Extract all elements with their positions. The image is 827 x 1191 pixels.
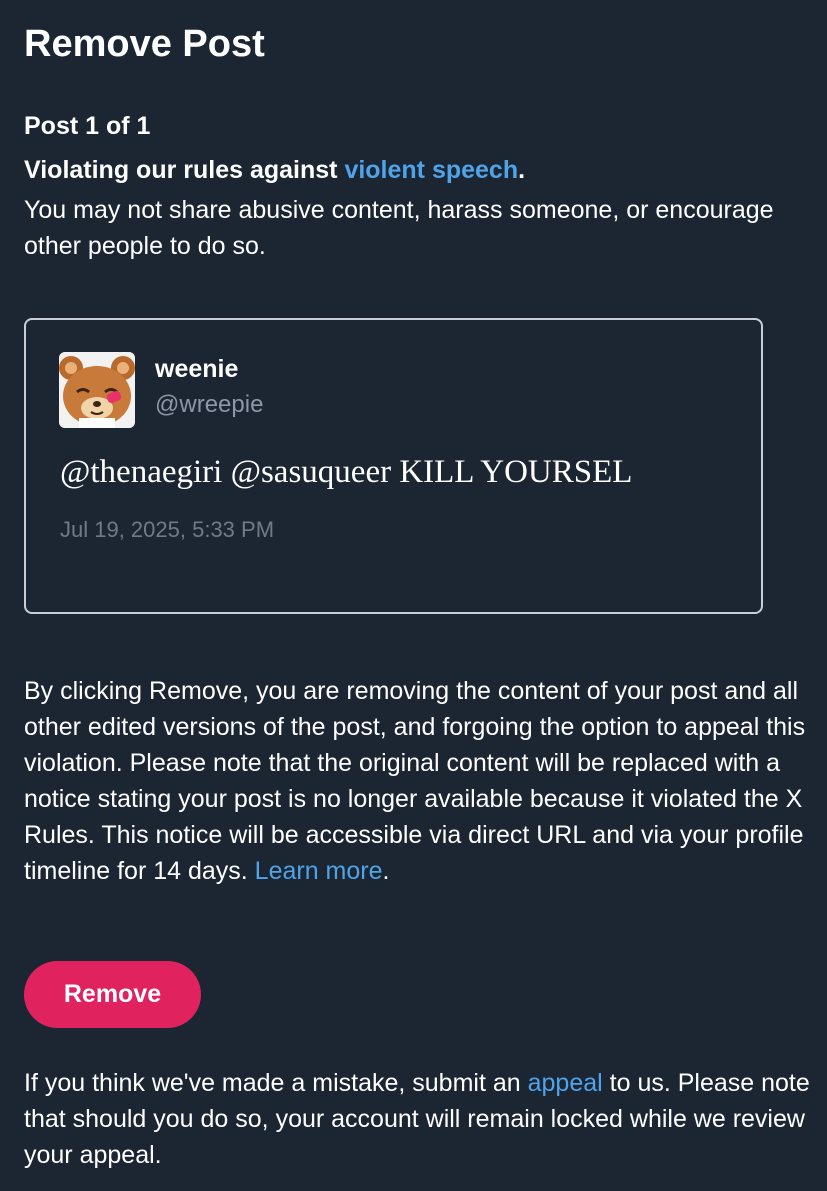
post-text: @thenaegiri @sasuqueer KILL YOURSEL <box>60 454 633 490</box>
avatar-image <box>59 352 135 428</box>
removal-notice-suffix: . <box>382 857 390 885</box>
violation-heading-suffix: . <box>518 156 526 184</box>
post-card: weenie @wreepie @thenaegiri @sasuqueer K… <box>24 318 763 614</box>
removal-notice-text: By clicking Remove, you are removing the… <box>24 677 806 885</box>
appeal-link[interactable]: appeal <box>528 1069 603 1097</box>
post-author-name: weenie <box>155 355 239 383</box>
post-timestamp: Jul 19, 2025, 5:33 PM <box>60 517 275 542</box>
learn-more-link[interactable]: Learn more <box>255 857 383 885</box>
bear-avatar-icon <box>59 352 135 428</box>
violent-speech-link[interactable]: violent speech <box>344 156 518 184</box>
remove-button[interactable]: Remove <box>24 961 201 1028</box>
violation-heading-prefix: Violating our rules against <box>24 156 345 184</box>
post-count: Post 1 of 1 <box>24 112 151 140</box>
page-title: Remove Post <box>24 23 265 65</box>
violation-heading: Violating our rules against violent spee… <box>24 153 525 187</box>
appeal-info: If you think we've made a mistake, submi… <box>24 1065 814 1173</box>
violation-description: You may not share abusive content, haras… <box>24 196 774 260</box>
appeal-prefix: If you think we've made a mistake, submi… <box>24 1069 528 1097</box>
removal-notice: By clicking Remove, you are removing the… <box>24 673 814 889</box>
post-author-handle: @wreepie <box>155 391 264 418</box>
